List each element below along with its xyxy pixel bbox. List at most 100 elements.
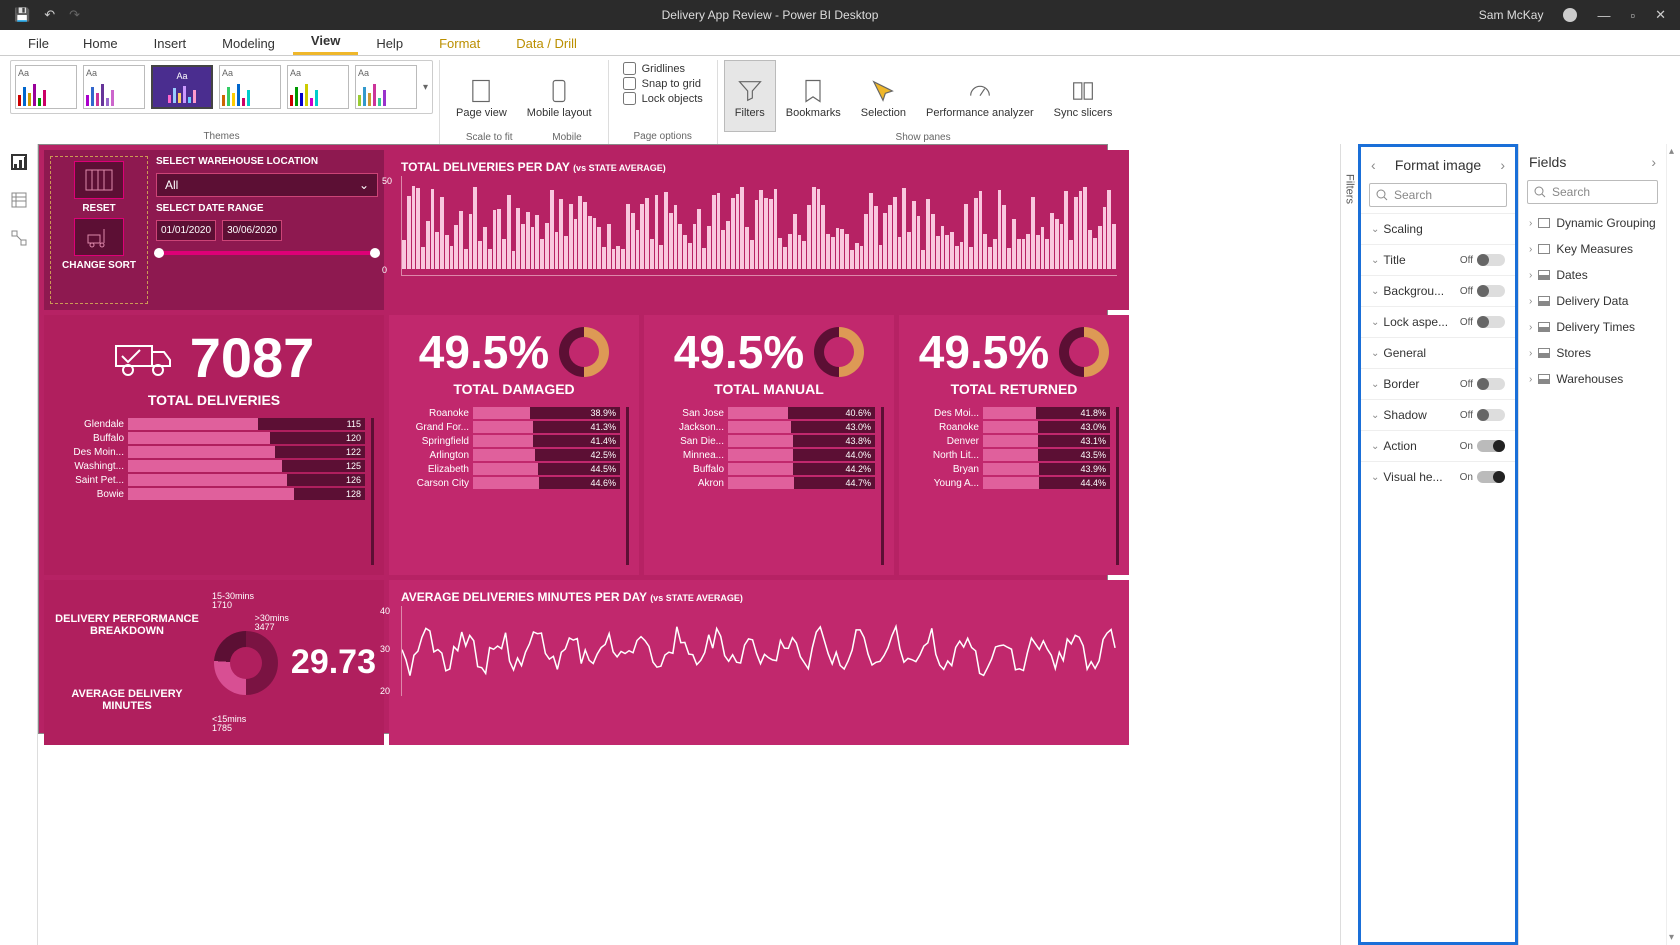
warehouse-select[interactable]: All⌄	[156, 173, 378, 197]
format-property[interactable]: ⌄ActionOn	[1361, 430, 1515, 461]
field-table[interactable]: ›Dates	[1519, 262, 1666, 288]
themes-gallery[interactable]: Aa Aa Aa Aa Aa Aa ▾	[10, 60, 433, 114]
snap-checkbox[interactable]: Snap to grid	[623, 77, 701, 90]
theme-swatch-selected[interactable]: Aa	[151, 65, 213, 109]
scroll-up-icon[interactable]: ▴	[1669, 146, 1674, 157]
performance-breakdown[interactable]: DELIVERY PERFORMANCE BREAKDOWN AVERAGE D…	[44, 580, 384, 745]
list-item[interactable]: Roanoke43.0%	[909, 421, 1110, 433]
tab-view[interactable]: View	[293, 29, 358, 55]
list-item[interactable]: Bowie128	[54, 488, 365, 500]
tab-insert[interactable]: Insert	[136, 32, 205, 55]
selection-button[interactable]: Selection	[851, 60, 916, 132]
field-table[interactable]: ›Delivery Times	[1519, 314, 1666, 340]
date-range-slider[interactable]	[156, 251, 378, 255]
change-sort-button[interactable]	[74, 218, 124, 256]
field-table[interactable]: ›Delivery Data	[1519, 288, 1666, 314]
mobile-layout-button[interactable]: Mobile layout	[517, 60, 602, 132]
list-item[interactable]: San Die...43.8%	[654, 435, 875, 447]
theme-swatch[interactable]: Aa	[355, 65, 417, 109]
filters-button[interactable]: Filters	[724, 60, 776, 132]
list-item[interactable]: Carson City44.6%	[399, 477, 620, 489]
toggle[interactable]	[1477, 471, 1505, 483]
field-table[interactable]: ›Key Measures	[1519, 236, 1666, 262]
lock-checkbox[interactable]: Lock objects	[623, 92, 703, 105]
tab-home[interactable]: Home	[65, 32, 136, 55]
chevron-left-icon[interactable]: ‹	[1371, 157, 1376, 173]
chevron-right-icon[interactable]: ›	[1500, 157, 1505, 173]
kpi-manual[interactable]: 49.5% TOTAL MANUAL San Jose40.6%Jackson.…	[644, 315, 894, 575]
date-from-input[interactable]: 01/01/2020	[156, 220, 216, 241]
list-item[interactable]: Des Moin...122	[54, 446, 365, 458]
theme-swatch[interactable]: Aa	[83, 65, 145, 109]
kpi-returned[interactable]: 49.5% TOTAL RETURNED Des Moi...41.8%Roan…	[899, 315, 1129, 575]
format-property[interactable]: ⌄Backgrou...Off	[1361, 275, 1515, 306]
list-item[interactable]: Young A...44.4%	[909, 477, 1110, 489]
format-property[interactable]: ⌄Visual he...On	[1361, 461, 1515, 492]
format-property[interactable]: ⌄Scaling	[1361, 213, 1515, 244]
undo-icon[interactable]: ↶	[44, 7, 55, 23]
list-item[interactable]: Akron44.7%	[654, 477, 875, 489]
format-search[interactable]: Search	[1369, 183, 1507, 207]
restore-icon[interactable]: ▫	[1630, 8, 1635, 23]
format-property[interactable]: ⌄Lock aspe...Off	[1361, 306, 1515, 337]
theme-swatch[interactable]: Aa	[219, 65, 281, 109]
report-view-icon[interactable]	[11, 154, 27, 170]
scroll-down-icon[interactable]: ▾	[1669, 932, 1674, 943]
page-view-button[interactable]: Page view	[446, 60, 517, 132]
performance-button[interactable]: Performance analyzer	[916, 60, 1044, 132]
list-item[interactable]: Springfield41.4%	[399, 435, 620, 447]
format-property[interactable]: ⌄General	[1361, 337, 1515, 368]
list-item[interactable]: Saint Pet...126	[54, 474, 365, 486]
toggle[interactable]	[1477, 254, 1505, 266]
model-view-icon[interactable]	[11, 230, 27, 246]
tab-data-drill[interactable]: Data / Drill	[498, 32, 595, 55]
tab-help[interactable]: Help	[358, 32, 421, 55]
close-icon[interactable]: ✕	[1655, 7, 1666, 23]
toggle[interactable]	[1477, 409, 1505, 421]
list-item[interactable]: San Jose40.6%	[654, 407, 875, 419]
theme-swatch[interactable]: Aa	[287, 65, 349, 109]
field-table[interactable]: ›Warehouses	[1519, 366, 1666, 392]
chevron-right-icon[interactable]: ›	[1651, 154, 1656, 170]
toggle[interactable]	[1477, 316, 1505, 328]
gridlines-checkbox[interactable]: Gridlines	[623, 62, 685, 75]
bookmarks-button[interactable]: Bookmarks	[776, 60, 851, 132]
tab-format[interactable]: Format	[421, 32, 498, 55]
save-icon[interactable]: 💾	[14, 7, 30, 23]
data-view-icon[interactable]	[11, 192, 27, 208]
list-item[interactable]: Washingt...125	[54, 460, 365, 472]
list-item[interactable]: Buffalo120	[54, 432, 365, 444]
avatar[interactable]	[1563, 8, 1577, 22]
format-property[interactable]: ⌄ShadowOff	[1361, 399, 1515, 430]
list-item[interactable]: Jackson...43.0%	[654, 421, 875, 433]
list-item[interactable]: Minnea...44.0%	[654, 449, 875, 461]
list-item[interactable]: North Lit...43.5%	[909, 449, 1110, 461]
toggle[interactable]	[1477, 440, 1505, 452]
deliveries-chart[interactable]: TOTAL DELIVERIES PER DAY (vs STATE AVERA…	[389, 150, 1129, 310]
tab-modeling[interactable]: Modeling	[204, 32, 293, 55]
themes-more-icon[interactable]: ▾	[423, 82, 428, 93]
kpi-total-deliveries[interactable]: 7087 TOTAL DELIVERIES Glendale115Buffalo…	[44, 315, 384, 575]
list-item[interactable]: Denver43.1%	[909, 435, 1110, 447]
list-item[interactable]: Buffalo44.2%	[654, 463, 875, 475]
report-canvas[interactable]: RESET CHANGE SORT SELECT WAREHOUSE LOCAT…	[38, 144, 1108, 734]
toggle[interactable]	[1477, 378, 1505, 390]
sync-slicers-button[interactable]: Sync slicers	[1044, 60, 1123, 132]
list-item[interactable]: Elizabeth44.5%	[399, 463, 620, 475]
fields-search[interactable]: Search	[1527, 180, 1658, 204]
avg-minutes-chart[interactable]: AVERAGE DELIVERIES MINUTES PER DAY (vs S…	[389, 580, 1129, 745]
format-property[interactable]: ⌄BorderOff	[1361, 368, 1515, 399]
vertical-scrollbar[interactable]: ▴ ▾	[1666, 144, 1680, 945]
list-item[interactable]: Arlington42.5%	[399, 449, 620, 461]
reset-button[interactable]	[74, 161, 124, 199]
list-item[interactable]: Roanoke38.9%	[399, 407, 620, 419]
list-item[interactable]: Bryan43.9%	[909, 463, 1110, 475]
minimize-icon[interactable]: —	[1597, 8, 1610, 23]
field-table[interactable]: ›Dynamic Grouping	[1519, 210, 1666, 236]
date-to-input[interactable]: 30/06/2020	[222, 220, 282, 241]
list-item[interactable]: Glendale115	[54, 418, 365, 430]
list-item[interactable]: Grand For...41.3%	[399, 421, 620, 433]
theme-swatch[interactable]: Aa	[15, 65, 77, 109]
kpi-damaged[interactable]: 49.5% TOTAL DAMAGED Roanoke38.9%Grand Fo…	[389, 315, 639, 575]
filters-collapsed-tab[interactable]: Filters	[1340, 144, 1358, 945]
